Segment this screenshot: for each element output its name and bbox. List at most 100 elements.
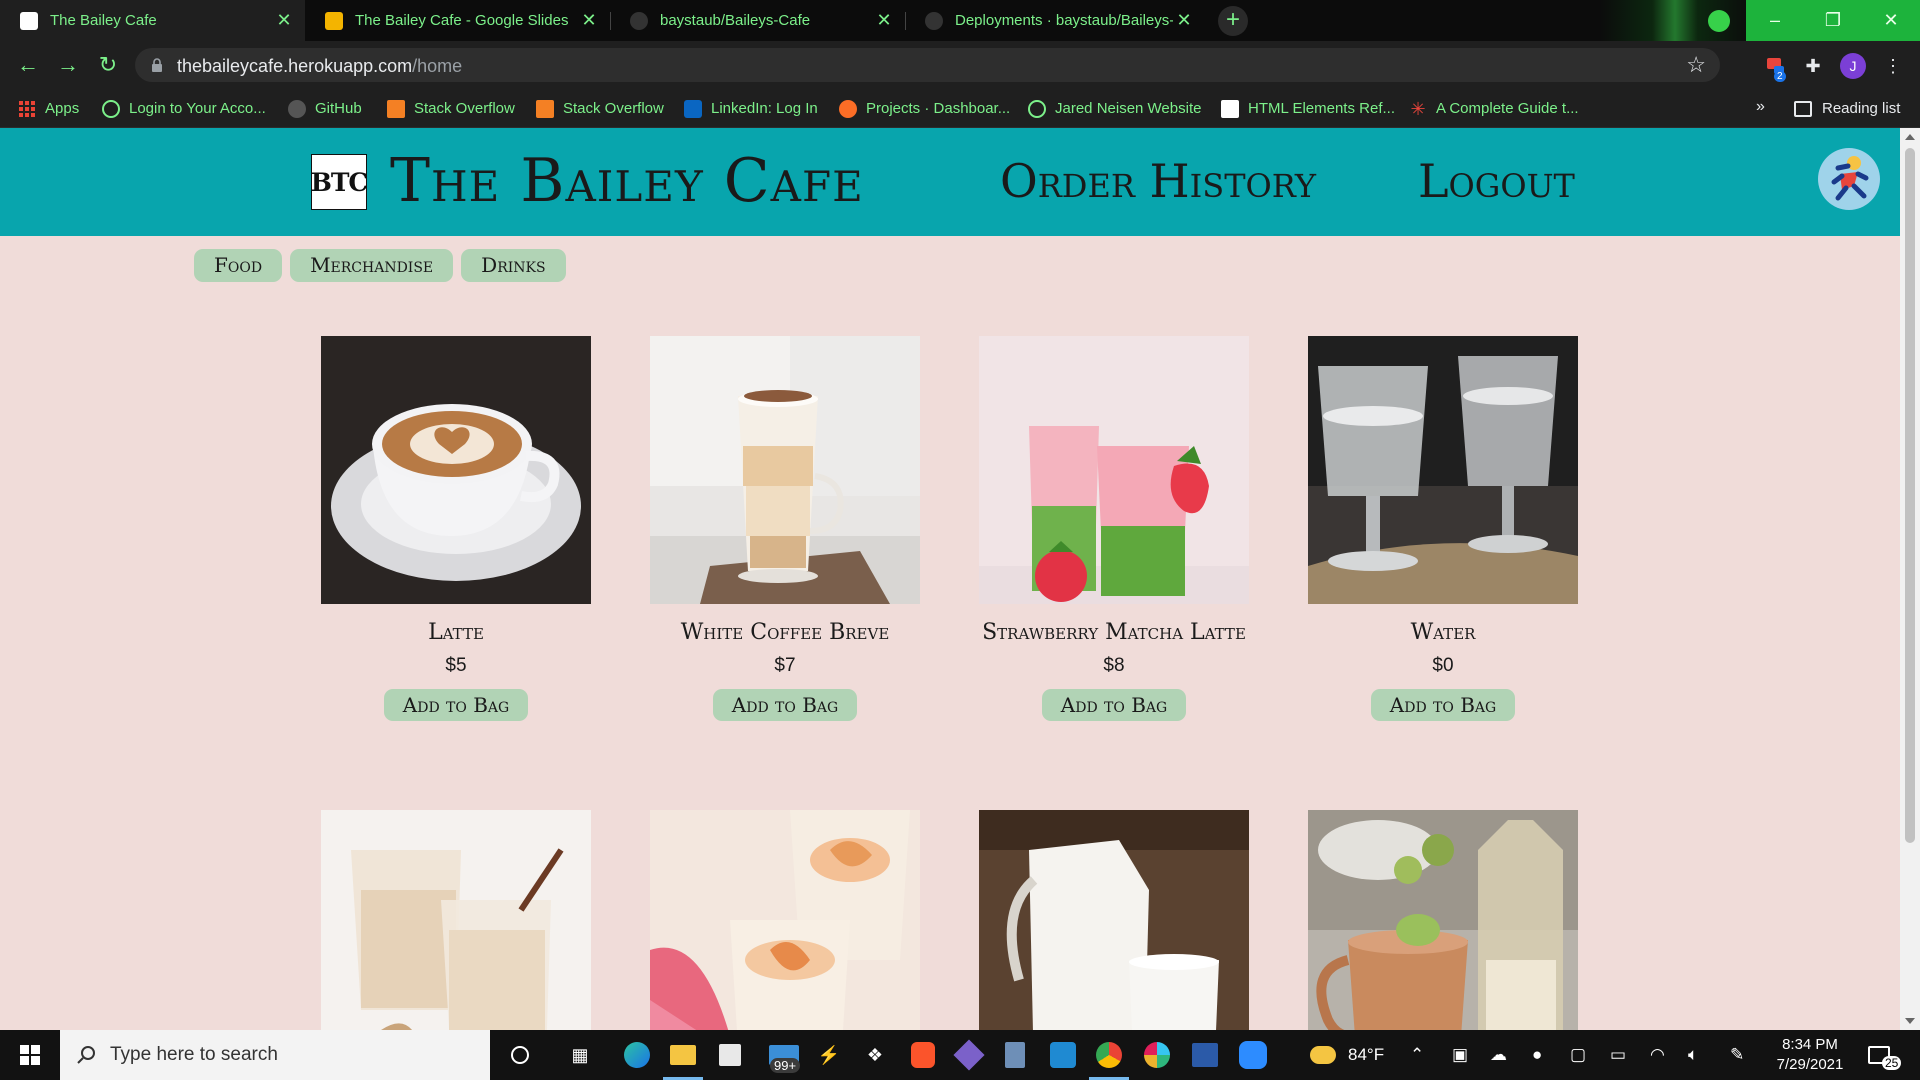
chai-photo[interactable] bbox=[321, 810, 591, 1030]
bookmark-github[interactable]: GitHub bbox=[288, 89, 362, 128]
add-to-bag-button[interactable]: Add to Bag bbox=[1041, 689, 1187, 721]
bookmark-stackoverflow-2[interactable]: Stack Overflow bbox=[536, 89, 664, 128]
add-to-bag-button[interactable]: Add to Bag bbox=[712, 689, 858, 721]
bookmark-apps[interactable]: Apps bbox=[18, 89, 79, 128]
scroll-up-icon[interactable] bbox=[1905, 134, 1915, 140]
bookmarks-overflow-button[interactable]: » bbox=[1756, 98, 1765, 116]
github-icon bbox=[288, 99, 306, 118]
close-tab-icon[interactable]: ✕ bbox=[1173, 10, 1195, 31]
order-history-link[interactable]: Order History bbox=[1000, 154, 1316, 208]
globe-icon bbox=[1028, 99, 1046, 118]
latte-photo[interactable] bbox=[321, 336, 591, 604]
brave-icon[interactable] bbox=[906, 1039, 940, 1071]
minimize-button[interactable]: – bbox=[1746, 0, 1804, 41]
taskbar-search[interactable]: Type here to search bbox=[60, 1030, 490, 1080]
menu-kebab-icon[interactable]: ⋮ bbox=[1880, 53, 1906, 79]
address-bar[interactable]: thebaileycafe.herokuapp.com/home ☆ bbox=[135, 48, 1720, 82]
puzzle-extensions-icon[interactable]: ✚ bbox=[1800, 53, 1826, 79]
category-drinks-button[interactable]: Drinks bbox=[461, 249, 566, 282]
reload-icon[interactable]: ↻ bbox=[94, 51, 122, 79]
battery-icon[interactable]: ▭ bbox=[1610, 1030, 1626, 1080]
bookmark-linkedin[interactable]: LinkedIn: Log In bbox=[684, 89, 818, 128]
category-food-button[interactable]: Food bbox=[194, 249, 283, 282]
bookmarks-bar: Apps Login to Your Acco... GitHub Stack … bbox=[0, 89, 1920, 128]
screen-capture-icon[interactable]: ▢ bbox=[1570, 1030, 1586, 1080]
gitlab-icon bbox=[839, 99, 857, 118]
notifications-button[interactable]: 25 bbox=[1868, 1030, 1902, 1080]
coffee-breve-photo[interactable] bbox=[650, 336, 920, 604]
page-viewport: BTC The Bailey Cafe Order History Logout… bbox=[0, 128, 1900, 1030]
cortana-icon[interactable] bbox=[503, 1039, 537, 1071]
logout-link[interactable]: Logout bbox=[1418, 154, 1575, 208]
bookmark-jared-website[interactable]: Jared Neisen Website bbox=[1028, 89, 1201, 128]
wifi-icon[interactable]: ◠ bbox=[1650, 1030, 1665, 1080]
reading-list-icon bbox=[1794, 100, 1812, 117]
bookmark-login[interactable]: Login to Your Acco... bbox=[102, 89, 266, 128]
file-explorer-icon[interactable] bbox=[666, 1039, 700, 1071]
start-button[interactable] bbox=[0, 1030, 60, 1080]
profile-avatar[interactable]: J bbox=[1840, 53, 1866, 79]
clock[interactable]: 8:34 PM 7/29/2021 bbox=[1760, 1035, 1860, 1075]
cafe-favicon-icon bbox=[20, 11, 38, 30]
site-title[interactable]: The Bailey Cafe bbox=[390, 146, 864, 216]
github-favicon-icon bbox=[925, 11, 943, 30]
add-to-bag-button[interactable]: Add to Bag bbox=[383, 689, 529, 721]
vpn-extension-icon[interactable] bbox=[1708, 10, 1730, 32]
tab-bailey-cafe[interactable]: The Bailey Cafe ✕ bbox=[0, 0, 305, 41]
add-to-bag-button[interactable]: Add to Bag bbox=[1370, 689, 1516, 721]
forward-arrow-icon[interactable]: → bbox=[54, 51, 82, 79]
task-view-icon[interactable]: ▦ bbox=[563, 1039, 597, 1071]
lock-icon bbox=[152, 58, 162, 72]
volume-icon[interactable]: 🔈︎ bbox=[1688, 1030, 1698, 1080]
bookmark-css-guide[interactable]: ✳ A Complete Guide t... bbox=[1409, 89, 1578, 128]
store-icon[interactable] bbox=[713, 1039, 747, 1071]
bookmark-gitlab[interactable]: Projects · Dashboar... bbox=[839, 89, 1010, 128]
scrollbar-thumb[interactable] bbox=[1905, 148, 1915, 843]
tab-github-repo[interactable]: baystaub/Baileys-Cafe ✕ bbox=[610, 0, 905, 41]
vscode-icon[interactable] bbox=[1046, 1039, 1080, 1071]
moscow-mule-photo[interactable] bbox=[1308, 810, 1578, 1030]
bookmark-stackoverflow-1[interactable]: Stack Overflow bbox=[387, 89, 515, 128]
bookmark-star-icon[interactable]: ☆ bbox=[1686, 52, 1706, 78]
search-icon bbox=[77, 1046, 95, 1064]
camera-icon[interactable]: ▣ bbox=[1452, 1030, 1468, 1080]
reading-list-label: Reading list bbox=[1822, 100, 1901, 117]
tab-google-slides[interactable]: The Bailey Cafe - Google Slides ✕ bbox=[305, 0, 610, 41]
windows-taskbar: Type here to search ▦ 99+ ⚡ ❖ 84°F ⌃ ▣ ☁… bbox=[0, 1030, 1920, 1080]
bookmark-label: Stack Overflow bbox=[563, 100, 664, 117]
site-logo[interactable]: BTC bbox=[311, 154, 368, 210]
user-avatar[interactable] bbox=[1818, 148, 1880, 210]
weather-widget[interactable]: 84°F bbox=[1310, 1030, 1384, 1080]
reading-list-button[interactable]: Reading list bbox=[1794, 89, 1900, 128]
edge-icon[interactable] bbox=[620, 1039, 654, 1071]
microphone-icon[interactable]: ● bbox=[1532, 1030, 1542, 1080]
milk-photo[interactable] bbox=[979, 810, 1249, 1030]
close-window-button[interactable]: ✕ bbox=[1862, 0, 1920, 41]
zoom-icon[interactable] bbox=[1236, 1039, 1270, 1071]
calculator-icon[interactable] bbox=[998, 1039, 1032, 1071]
strawberry-matcha-photo[interactable] bbox=[979, 336, 1249, 604]
chrome-icon[interactable] bbox=[1092, 1039, 1126, 1071]
scroll-down-icon[interactable] bbox=[1905, 1018, 1915, 1024]
onedrive-icon[interactable]: ☁ bbox=[1490, 1030, 1507, 1080]
slack-icon[interactable] bbox=[1140, 1039, 1174, 1071]
tab-deployments[interactable]: Deployments · baystaub/Baileys- ✕ bbox=[905, 0, 1205, 41]
page-scrollbar[interactable] bbox=[1900, 128, 1920, 1030]
peach-smoothie-photo[interactable] bbox=[650, 810, 920, 1030]
water-glasses-photo[interactable] bbox=[1308, 336, 1578, 604]
ssms-icon[interactable] bbox=[1188, 1039, 1222, 1071]
dropbox-icon[interactable]: ❖ bbox=[858, 1039, 892, 1071]
close-tab-icon[interactable]: ✕ bbox=[578, 10, 600, 31]
terminal-icon[interactable]: ⚡ bbox=[812, 1039, 846, 1071]
back-arrow-icon[interactable]: ← bbox=[14, 51, 42, 79]
bookmark-html-elements[interactable]: HTML Elements Ref... bbox=[1221, 89, 1395, 128]
stackoverflow-icon bbox=[387, 99, 405, 118]
pen-icon[interactable]: ✎ bbox=[1730, 1030, 1744, 1080]
new-tab-button[interactable]: + bbox=[1218, 6, 1248, 36]
git-icon[interactable] bbox=[952, 1039, 986, 1071]
show-hidden-icons-button[interactable]: ⌃ bbox=[1410, 1030, 1424, 1080]
close-tab-icon[interactable]: ✕ bbox=[873, 10, 895, 31]
close-tab-icon[interactable]: ✕ bbox=[273, 10, 295, 31]
restore-button[interactable]: ❐ bbox=[1804, 0, 1862, 41]
category-merchandise-button[interactable]: Merchandise bbox=[290, 249, 454, 282]
